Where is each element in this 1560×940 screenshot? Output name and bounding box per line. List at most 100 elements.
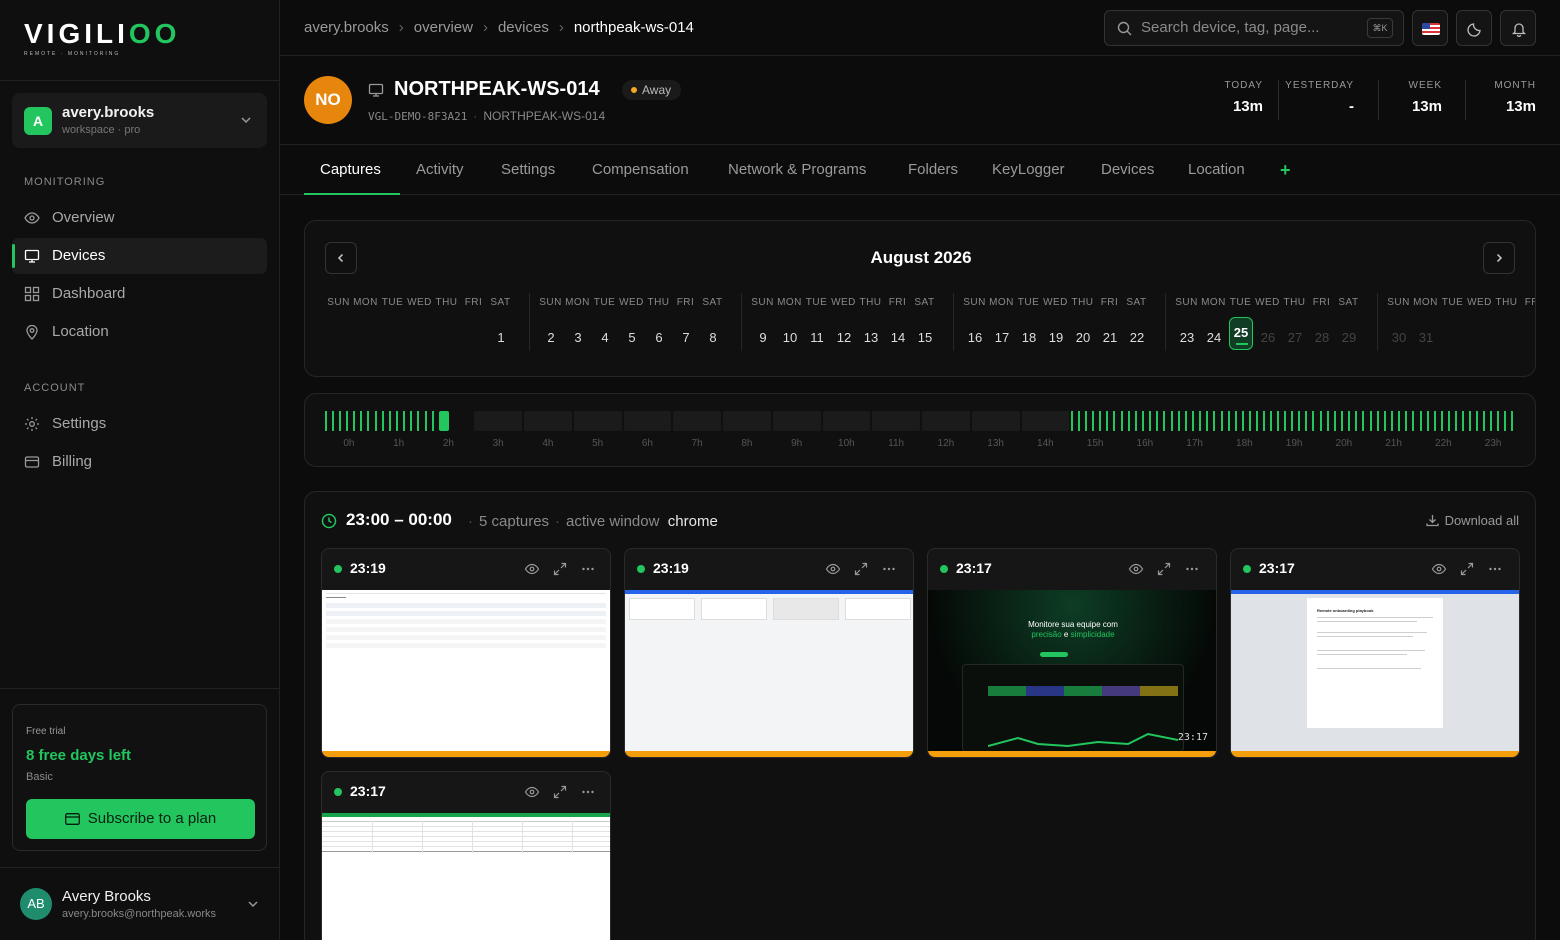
timeline-hour-21h[interactable] (1369, 411, 1418, 431)
calendar-day[interactable]: 22 (1125, 325, 1149, 357)
eye-icon[interactable] (524, 561, 540, 577)
sidebar-item-settings[interactable]: Settings (12, 406, 267, 442)
calendar-day[interactable]: 28 (1310, 325, 1334, 357)
expand-icon[interactable] (552, 561, 568, 577)
calendar-day[interactable]: 15 (913, 325, 937, 357)
more-icon[interactable] (1487, 561, 1503, 577)
search-input[interactable] (1141, 19, 1361, 36)
calendar-day[interactable]: 24 (1202, 325, 1226, 357)
capture-thumbnail[interactable]: Remote onboarding playbook (1231, 590, 1519, 752)
breadcrumb-item[interactable]: avery.brooks (304, 19, 389, 36)
calendar-day[interactable]: 1 (489, 325, 513, 357)
timeline-hour-6h[interactable] (623, 411, 672, 431)
timeline-hour-22h[interactable] (1419, 411, 1468, 431)
calendar-day[interactable]: 9 (751, 325, 775, 357)
calendar-day[interactable]: 17 (990, 325, 1014, 357)
capture-thumbnail[interactable]: Monitore sua equipe com precisão e simpl… (928, 590, 1216, 752)
sidebar-item-overview[interactable]: Overview (12, 200, 267, 236)
timeline-hour-3h[interactable] (474, 411, 522, 431)
calendar-day[interactable]: 6 (647, 325, 671, 357)
capture-card[interactable]: 23:17 (321, 771, 611, 940)
calendar-day[interactable]: 18 (1017, 325, 1041, 357)
timeline-hour-7h[interactable] (673, 411, 721, 431)
expand-icon[interactable] (1459, 561, 1475, 577)
more-icon[interactable] (580, 561, 596, 577)
timeline-hour-12h[interactable] (922, 411, 970, 431)
calendar-day[interactable]: 13 (859, 325, 883, 357)
tab-devices[interactable]: Devices (1101, 161, 1154, 178)
calendar-day[interactable]: 23 (1175, 325, 1199, 357)
tab-folders[interactable]: Folders (908, 161, 958, 178)
capture-thumbnail[interactable] (322, 590, 610, 752)
timeline-hour-23h[interactable] (1469, 411, 1517, 431)
brand-logo[interactable]: VIGILIOO REMOTE · MONITORING (24, 18, 180, 57)
calendar-day[interactable]: 25 (1229, 317, 1253, 350)
tab-location[interactable]: Location (1188, 161, 1245, 178)
expand-icon[interactable] (552, 784, 568, 800)
timeline-hour-13h[interactable] (971, 411, 1020, 431)
calendar-day[interactable]: 8 (701, 325, 725, 357)
more-icon[interactable] (1184, 561, 1200, 577)
timeline-hour-0h[interactable] (325, 411, 373, 431)
capture-card[interactable]: 23:19 (624, 548, 914, 758)
timeline-hour-9h[interactable] (772, 411, 821, 431)
user-menu[interactable]: AB Avery Brooks avery.brooks@northpeak.w… (0, 868, 280, 940)
tab-captures[interactable]: Captures (320, 161, 381, 178)
calendar-day[interactable]: 29 (1337, 325, 1361, 357)
calendar-day[interactable]: 12 (832, 325, 856, 357)
timeline-hour-8h[interactable] (723, 411, 771, 431)
notifications-button[interactable] (1500, 10, 1536, 46)
timeline-hour-19h[interactable] (1270, 411, 1318, 431)
eye-icon[interactable] (524, 784, 540, 800)
calendar-day[interactable]: 19 (1044, 325, 1068, 357)
timeline-hour-17h[interactable] (1170, 411, 1219, 431)
add-tab-button[interactable]: + (1280, 160, 1291, 181)
calendar-day[interactable]: 16 (963, 325, 987, 357)
calendar-day[interactable]: 2 (539, 325, 563, 357)
capture-card[interactable]: 23:17 Remote onboarding playbook (1230, 548, 1520, 758)
tab-activity[interactable]: Activity (416, 161, 464, 178)
calendar-day[interactable]: 26 (1256, 325, 1280, 357)
more-icon[interactable] (881, 561, 897, 577)
subscribe-button[interactable]: Subscribe to a plan (26, 799, 255, 839)
calendar-day[interactable]: 10 (778, 325, 802, 357)
timeline-hour-11h[interactable] (872, 411, 920, 431)
timeline-hour-18h[interactable] (1220, 411, 1269, 431)
calendar-day[interactable]: 20 (1071, 325, 1095, 357)
timeline-hour-5h[interactable] (573, 411, 622, 431)
workspace-switcher[interactable]: A avery.brooks workspace · pro (12, 93, 267, 148)
theme-toggle[interactable] (1456, 10, 1492, 46)
timeline-hour-14h[interactable] (1021, 411, 1070, 431)
tab-network-programs[interactable]: Network & Programs (728, 161, 866, 178)
sidebar-item-location[interactable]: Location (12, 314, 267, 350)
capture-card[interactable]: 23:17 Monitore sua equipe com precisão e… (927, 548, 1217, 758)
breadcrumb-item[interactable]: overview (414, 19, 473, 36)
breadcrumb-item[interactable]: devices (498, 19, 549, 36)
calendar-day[interactable]: 31 (1414, 325, 1438, 357)
timeline-hour-2h[interactable] (424, 411, 473, 431)
timeline-hour-16h[interactable] (1121, 411, 1169, 431)
tab-settings[interactable]: Settings (501, 161, 555, 178)
timeline-hour-4h[interactable] (524, 411, 572, 431)
eye-icon[interactable] (1431, 561, 1447, 577)
expand-icon[interactable] (1156, 561, 1172, 577)
calendar-day[interactable]: 21 (1098, 325, 1122, 357)
timeline-hour-15h[interactable] (1071, 411, 1119, 431)
calendar-day[interactable]: 14 (886, 325, 910, 357)
tab-keylogger[interactable]: KeyLogger (992, 161, 1065, 178)
sidebar-item-billing[interactable]: Billing (12, 444, 267, 480)
eye-icon[interactable] (1128, 561, 1144, 577)
calendar-day[interactable]: 3 (566, 325, 590, 357)
sidebar-item-dashboard[interactable]: Dashboard (12, 276, 267, 312)
capture-thumbnail[interactable] (625, 590, 913, 752)
calendar-day[interactable]: 30 (1387, 325, 1411, 357)
download-all-button[interactable]: Download all (1425, 513, 1519, 528)
calendar-day[interactable]: 4 (593, 325, 617, 357)
calendar-day[interactable]: 7 (674, 325, 698, 357)
timeline-hour-1h[interactable] (374, 411, 423, 431)
language-button[interactable] (1412, 10, 1448, 46)
calendar-day[interactable]: 27 (1283, 325, 1307, 357)
capture-thumbnail[interactable] (322, 813, 610, 940)
next-month-button[interactable] (1483, 242, 1515, 274)
more-icon[interactable] (580, 784, 596, 800)
